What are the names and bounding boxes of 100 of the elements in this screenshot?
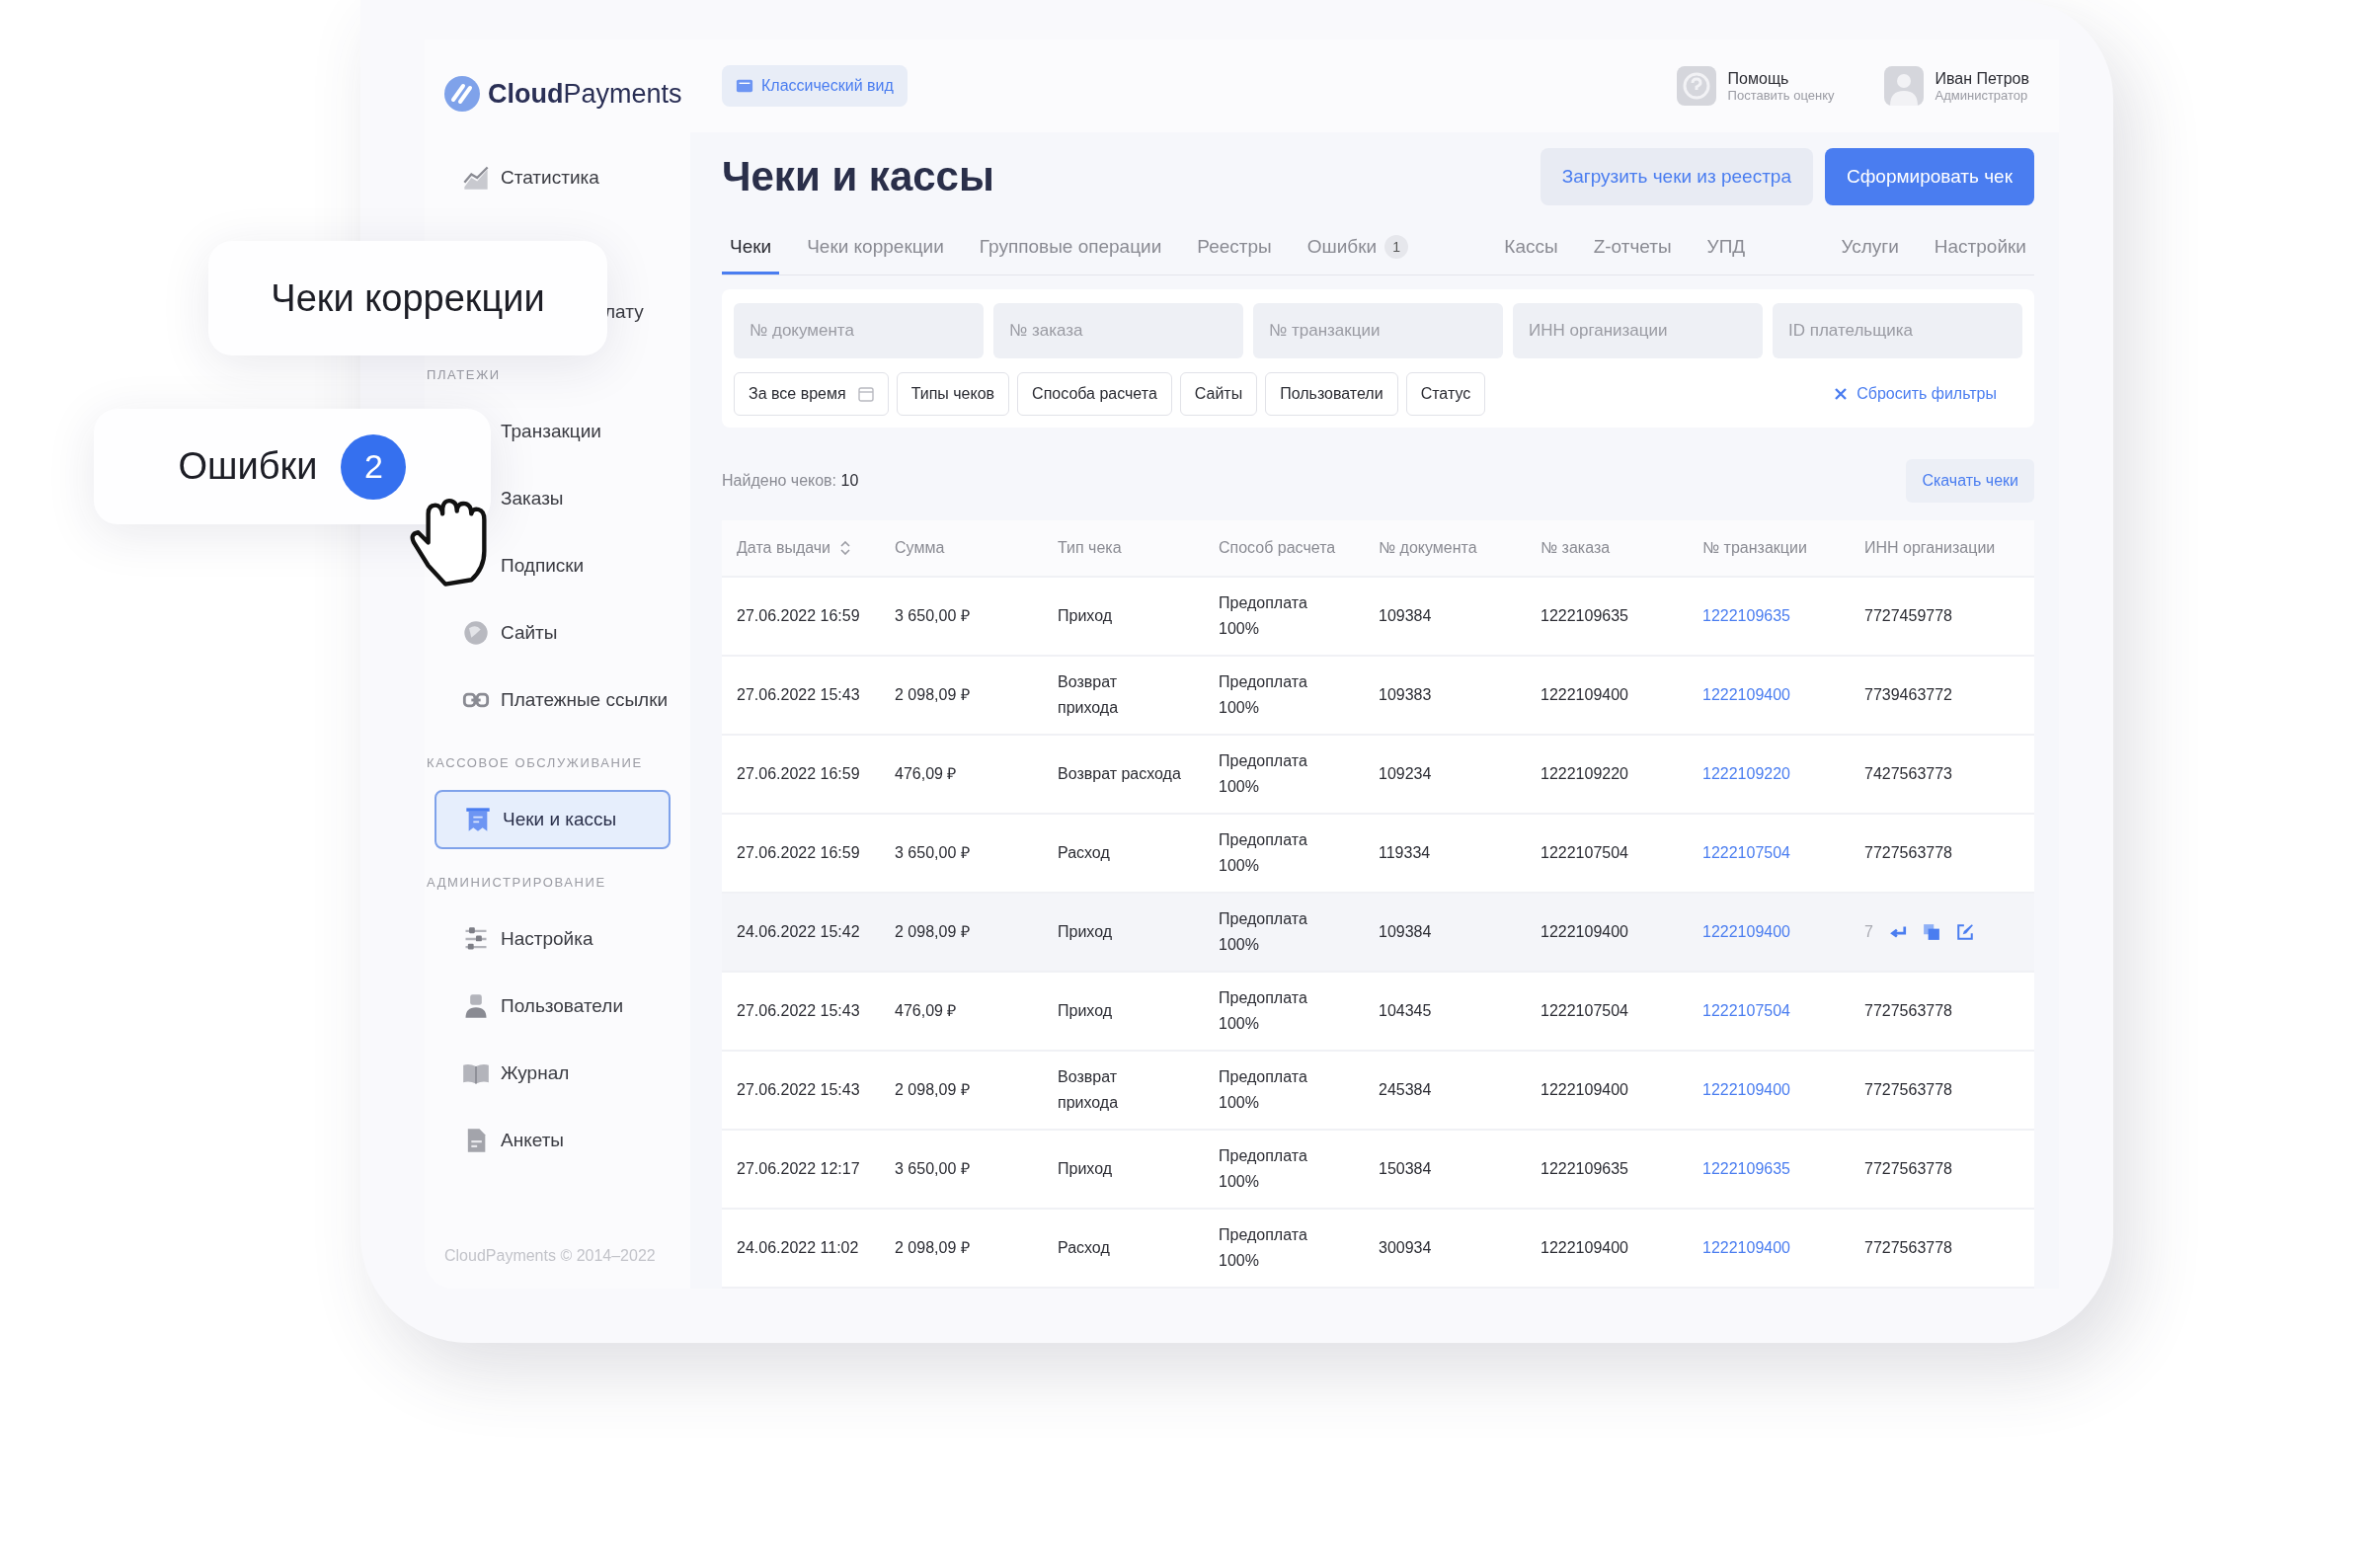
sidebar-item[interactable]: Чеки и кассы — [434, 790, 671, 849]
edit-icon — [1955, 923, 1974, 941]
table-cell-text: Предоплата 100% — [1219, 593, 1308, 639]
search-field[interactable]: ID плательщика — [1773, 303, 2022, 358]
sidebar-item[interactable]: Подписки — [501, 555, 585, 577]
filter-chip[interactable]: Типы чеков — [896, 372, 1010, 416]
transaction-link[interactable]: 1222109220 — [1702, 761, 1864, 787]
table-cell-text: 7 — [1864, 922, 1873, 943]
table-cell-text: 300934 — [1379, 1238, 1433, 1259]
table-cell-text: 27.06.2022 16:59 — [737, 764, 861, 785]
table-cell-text: 1222109220 — [1540, 764, 1629, 785]
table-cell-text: 27.06.2022 15:43 — [737, 1080, 861, 1101]
sidebar-item[interactable]: Заказы — [501, 488, 564, 510]
globe-icon — [462, 619, 490, 647]
table-cell-text: Предоплата 100% — [1219, 988, 1308, 1034]
table-cell-text: 1222109635 — [1540, 606, 1629, 627]
transaction-link[interactable]: 1222109635 — [1702, 603, 1864, 629]
table-cell-text: 3 650,00 ₽ — [895, 1159, 971, 1180]
table-cell-text: 1222109635 — [1540, 1159, 1629, 1180]
search-field[interactable]: № документа — [734, 303, 984, 358]
transaction-link[interactable]: 1222109400 — [1702, 1235, 1864, 1261]
table-cell-text: 24.06.2022 11:02 — [737, 1238, 860, 1259]
table-cell-text: 3 650,00 ₽ — [895, 843, 971, 864]
table-row[interactable]: 27.06.2022 15:43 476,09 ₽ Приход Предоплата 100% 104345 1222107504 1222107504 7727563778 — [722, 973, 2034, 1052]
table-row[interactable]: 27.06.2022 12:17 3 650,00 ₽ Приход Предоплата 100% 150384 1222109635 1222109635 7727563778 — [722, 1131, 2034, 1210]
table-cell-text: Приход — [1058, 922, 1114, 943]
filter-chip[interactable]: Статус — [1405, 372, 1486, 416]
sidebar-item[interactable]: Платежные ссылки — [425, 666, 690, 734]
table-cell-text: 1222107504 — [1540, 1001, 1629, 1022]
table-cell-text: Предоплата 100% — [1219, 909, 1308, 955]
sidebar-item[interactable]: Транзакции — [501, 421, 601, 442]
results-count: Найдено чеков: 10 — [722, 472, 859, 490]
avatar-icon — [1883, 66, 1924, 106]
receipt-icon — [464, 806, 492, 833]
copy-icon — [1922, 923, 1940, 941]
table-cell-text: 476,09 ₽ — [895, 1001, 958, 1022]
column-header: ИНН организации — [1864, 539, 1997, 557]
search-field[interactable]: № заказа — [993, 303, 1243, 358]
table-cell-text: 7727563778 — [1864, 1238, 1953, 1259]
table-cell-text: 1222109400 — [1540, 1080, 1629, 1101]
table-row[interactable]: 27.06.2022 16:59 3 650,00 ₽ Расход Предоплата 100% 119334 1222107504 1222107504 7727563778 — [722, 815, 2034, 894]
table-cell-text: 245384 — [1379, 1080, 1433, 1101]
table-cell-text: Расход — [1058, 1238, 1111, 1259]
table-cell-text: 2 098,09 ₽ — [895, 1238, 971, 1259]
transaction-link[interactable]: 1222109635 — [1702, 1156, 1864, 1182]
sidebar-item[interactable]: Журнал — [425, 1040, 690, 1107]
table-cell-text: 27.06.2022 16:59 — [737, 843, 861, 864]
table-cell-text: Предоплата 100% — [1219, 830, 1308, 876]
table-cell-text: 27.06.2022 16:59 — [737, 606, 861, 627]
help-link[interactable]: Помощь — [1727, 69, 1835, 88]
table-cell-text: Возврат расхода — [1058, 764, 1182, 785]
table-cell-text: Приход — [1058, 1159, 1114, 1180]
close-icon — [1835, 388, 1848, 400]
filter-chip[interactable]: Способа расчета — [1017, 372, 1172, 416]
table-row[interactable]: 27.06.2022 16:59 476,09 ₽ Возврат расхода Предоплата 100% 109234 1222109220 1222109220 7427563773 — [722, 736, 2034, 815]
tab[interactable]: Чеки — [722, 221, 780, 274]
create-receipt-button[interactable]: Сформировать чек — [1825, 148, 2034, 205]
table-row[interactable]: 24.06.2022 11:02 2 098,09 ₽ Расход Предоплата 100% 300934 1222109400 1222109400 7727563778 — [722, 1210, 2034, 1289]
table-cell-text: 476,09 ₽ — [895, 764, 958, 785]
filter-chip[interactable]: Сайты — [1179, 372, 1258, 416]
filter-chip[interactable]: Пользователи — [1265, 372, 1398, 416]
table-cell-text: 27.06.2022 15:43 — [737, 685, 861, 706]
sidebar-item[interactable]: Пользователи — [425, 973, 690, 1040]
table-cell-text: Предоплата 100% — [1219, 1067, 1308, 1113]
transaction-link[interactable]: 1222107504 — [1702, 840, 1864, 866]
column-header: Способ расчета — [1219, 539, 1337, 557]
table-row[interactable]: 27.06.2022 15:43 2 098,09 ₽ Возврат прихода Предоплата 100% 245384 1222109400 1222109400 7727563778 — [722, 1052, 2034, 1131]
user-subtitle: Администратор — [1935, 87, 2029, 103]
table-cell-text: 27.06.2022 15:43 — [737, 1001, 861, 1022]
transaction-link[interactable]: 1222109400 — [1702, 682, 1864, 708]
table-cell-text: 109383 — [1379, 685, 1433, 706]
table-cell-text: Возврат прихода — [1058, 672, 1120, 718]
help-icon — [1676, 66, 1716, 106]
table-cell-text: 2 098,09 ₽ — [895, 1080, 971, 1101]
search-field[interactable]: № транзакции — [1253, 303, 1503, 358]
filter-chip[interactable]: За все время — [734, 372, 889, 416]
search-field[interactable]: ИНН организации — [1513, 303, 1763, 358]
table-cell-text: 2 098,09 ₽ — [895, 685, 971, 706]
count-badge: 2 — [341, 433, 407, 500]
transaction-link[interactable]: 1222107504 — [1702, 998, 1864, 1024]
table-cell-text: 109384 — [1379, 922, 1433, 943]
reset-filters-link[interactable]: Сбросить фильтры — [1829, 384, 2003, 404]
tab[interactable]: Ошибки 1 — [1299, 221, 1417, 274]
transaction-link[interactable]: 1222109400 — [1702, 1077, 1864, 1103]
table-cell-text: 7727563778 — [1864, 1080, 1953, 1101]
sidebar-item[interactable]: Статистика — [425, 144, 690, 211]
table-cell-text: 104345 — [1379, 1001, 1433, 1022]
sidebar-item[interactable]: Анкеты — [425, 1107, 690, 1174]
table-cell-text: Предоплата 100% — [1219, 751, 1308, 797]
table-cell-text: 3 650,00 ₽ — [895, 606, 971, 627]
sidebar-item[interactable]: Сайты — [425, 599, 690, 666]
table-cell-text: 109234 — [1379, 764, 1433, 785]
sidebar-item[interactable]: Настройка — [425, 905, 690, 973]
table-cell-text: 27.06.2022 12:17 — [737, 1159, 861, 1180]
table-cell-text: 7727563778 — [1864, 1159, 1953, 1180]
transaction-link[interactable]: 1222109400 — [1702, 919, 1864, 945]
table-cell-text: 7727563778 — [1864, 843, 1953, 864]
column-header: № документа — [1379, 539, 1478, 557]
table-row[interactable]: 27.06.2022 15:43 2 098,09 ₽ Возврат прихода Предоплата 100% 109383 1222109400 1222109400 7739463772 — [722, 657, 2034, 736]
table-row[interactable]: 27.06.2022 16:59 3 650,00 ₽ Приход Предоплата 100% 109384 1222109635 1222109635 7727459778 — [722, 578, 2034, 657]
